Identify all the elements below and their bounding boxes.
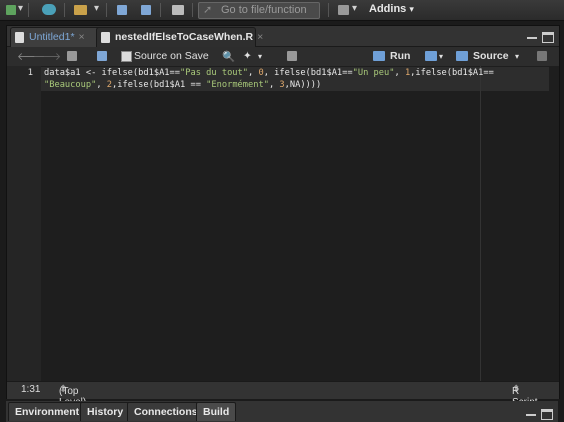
cursor-position: 1:31	[21, 384, 41, 395]
minimize-pane-icon[interactable]	[526, 409, 536, 416]
chevron-down-icon[interactable]: ▾	[94, 3, 99, 17]
margin-guide	[480, 66, 481, 381]
chevron-down-icon[interactable]: ▾	[352, 3, 357, 17]
pane-layout-icon[interactable]	[338, 5, 349, 15]
print-icon[interactable]	[172, 5, 184, 15]
code-token: data$a1 <- ifelse(bd1$A1==	[44, 68, 180, 78]
goto-arrow-icon: ➚	[203, 4, 213, 16]
string-token: "Beaucoup"	[44, 80, 97, 90]
line-number: 1	[27, 68, 33, 78]
code-tools-wand-icon[interactable]: ✦	[243, 50, 252, 62]
code-editor[interactable]: 1 data$a1 <- ifelse(bd1$A1=="Pas du tout…	[7, 66, 559, 381]
filetype-selector[interactable]: R Script ⬍	[512, 384, 538, 408]
chevron-down-icon: ▾	[409, 4, 414, 14]
code-token: ,	[96, 80, 107, 90]
tab-untitled1[interactable]: Untitled1* ×	[10, 27, 108, 47]
rerun-icon[interactable]	[425, 51, 437, 61]
chevron-down-icon[interactable]: ▾	[439, 52, 443, 61]
run-button[interactable]: Run	[390, 50, 410, 62]
global-toolbar: ▾ ▾ ➚ Go to file/function ▾ Addins ▾	[0, 0, 564, 21]
new-project-icon[interactable]	[42, 4, 56, 15]
line-number-gutter: 1	[7, 66, 41, 381]
maximize-pane-icon[interactable]	[542, 32, 554, 43]
chevron-down-icon[interactable]: ▾	[515, 52, 519, 61]
tab-nestedifelse[interactable]: nestedIfElseToCaseWhen.R ×	[96, 27, 263, 47]
close-tab-icon[interactable]: ×	[257, 31, 263, 43]
source-icon[interactable]	[456, 51, 468, 61]
divider	[106, 3, 107, 17]
divider	[192, 3, 193, 17]
scope-selector[interactable]: (Top Level) ⬍	[59, 384, 86, 408]
tab-label: nestedIfElseToCaseWhen.R	[115, 31, 254, 43]
code-token: ,ifelse(bd1$A1==	[410, 68, 494, 78]
bottom-pane-tab-bar: Environment History Connections Build	[6, 401, 558, 422]
code-line-1[interactable]: data$a1 <- ifelse(bd1$A1=="Pas du tout",…	[44, 68, 494, 78]
close-tab-icon[interactable]: ×	[79, 31, 85, 43]
string-token: "Pas du tout"	[180, 68, 248, 78]
goto-placeholder: Go to file/function	[221, 4, 307, 16]
code-token: ,NA))))	[284, 80, 322, 90]
editor-toolbar: 🡐 🡒 Source on Save 🔍 ✦ ▾ Run ▾ Source ▾	[7, 47, 559, 67]
code-token: ,	[248, 68, 259, 78]
code-token: , ifelse(bd1$A1==	[263, 68, 353, 78]
vertical-scrollbar[interactable]	[549, 66, 559, 381]
save-icon[interactable]	[117, 5, 127, 15]
search-icon[interactable]: 🔍	[222, 50, 235, 63]
save-icon[interactable]	[97, 51, 107, 61]
tab-history[interactable]: History	[80, 402, 131, 421]
minimize-pane-icon[interactable]	[527, 32, 537, 39]
addins-label: Addins	[369, 3, 407, 15]
divider	[64, 3, 65, 17]
code-token: ,ifelse(bd1$A1 ==	[112, 80, 207, 90]
tab-build[interactable]: Build	[196, 402, 237, 421]
r-file-icon	[15, 32, 24, 43]
show-in-window-icon[interactable]	[67, 51, 77, 61]
code-token: ,	[268, 80, 280, 90]
outline-list-icon[interactable]	[537, 51, 547, 61]
string-token: "Enormément"	[206, 80, 269, 90]
maximize-pane-icon[interactable]	[541, 409, 553, 420]
source-on-save-checkbox[interactable]	[121, 51, 132, 62]
run-icon[interactable]	[373, 51, 385, 61]
save-all-icon[interactable]	[141, 5, 151, 15]
divider	[328, 3, 329, 17]
divider	[160, 3, 161, 17]
tab-connections[interactable]: Connections	[127, 402, 205, 421]
addins-menu[interactable]: Addins ▾	[369, 3, 414, 15]
open-folder-icon[interactable]	[74, 5, 87, 15]
new-file-icon[interactable]	[6, 5, 16, 15]
editor-status-bar: 1:31 (Top Level) ⬍ R Script ⬍	[7, 381, 559, 408]
code-line-1-wrapped[interactable]: "Beaucoup", 2,ifelse(bd1$A1 == "Enorméme…	[44, 80, 321, 90]
tab-environment[interactable]: Environment	[8, 402, 87, 421]
source-button[interactable]: Source	[473, 50, 509, 62]
forward-arrow-icon[interactable]: 🡒	[33, 50, 61, 63]
r-file-icon	[101, 32, 110, 43]
tab-label: Untitled1*	[29, 31, 75, 43]
source-editor-pane: Untitled1* × nestedIfElseToCaseWhen.R × 🡐 …	[6, 25, 560, 408]
compile-report-icon[interactable]	[287, 51, 297, 61]
source-on-save-label: Source on Save	[134, 50, 209, 62]
divider	[28, 3, 29, 17]
editor-tab-bar: Untitled1* × nestedIfElseToCaseWhen.R ×	[7, 26, 559, 47]
string-token: "Un peu"	[352, 68, 395, 78]
goto-file-function-input[interactable]: ➚ Go to file/function	[198, 2, 320, 19]
chevron-down-icon[interactable]: ▾	[18, 3, 23, 17]
code-token: ,	[394, 68, 405, 78]
chevron-down-icon[interactable]: ▾	[258, 52, 262, 61]
